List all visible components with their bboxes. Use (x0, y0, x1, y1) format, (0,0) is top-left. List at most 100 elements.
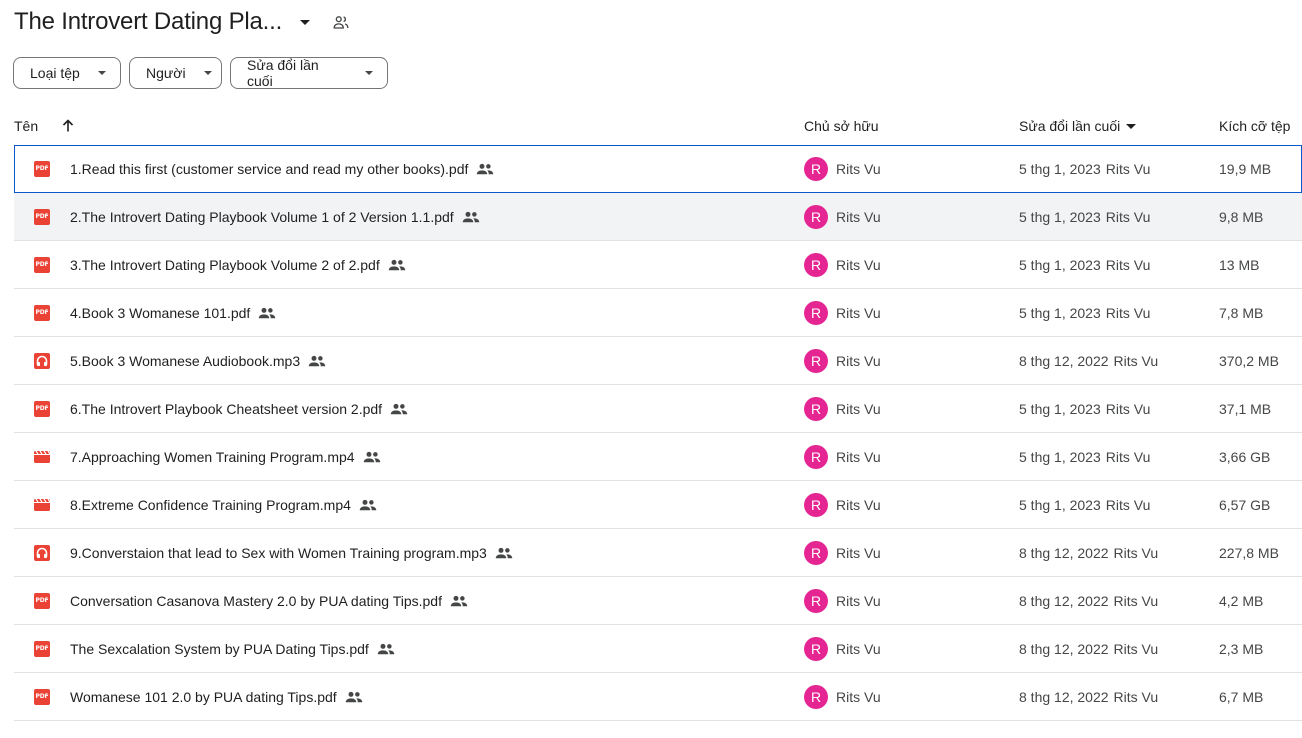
file-name[interactable]: 8.Extreme Confidence Training Program.mp… (70, 497, 351, 513)
arrow-drop-down-icon[interactable] (300, 19, 311, 25)
shared-people-icon (462, 211, 480, 223)
owner-name: Rits Vu (836, 352, 881, 369)
chevron-down-icon (365, 71, 373, 75)
avatar[interactable]: R (804, 444, 828, 469)
file-size: 2,3 MB (1219, 640, 1264, 657)
file-size: 19,9 MB (1219, 160, 1272, 177)
video-file-icon (34, 481, 50, 528)
file-name[interactable]: Womanese 101 2.0 by PUA dating Tips.pdf (70, 689, 337, 705)
filter-modified[interactable]: Sửa đổi lần cuối (230, 57, 388, 89)
pdf-file-icon: PDF (34, 385, 50, 432)
filter-label: Sửa đổi lần cuối (247, 57, 319, 89)
file-row[interactable]: PDF Conversation Casanova Mastery 2.0 by… (14, 577, 1302, 625)
modified-date: 8 thg 12, 2022 (1019, 592, 1109, 609)
shared-people-icon[interactable] (332, 13, 350, 31)
file-name[interactable]: 6.The Introvert Playbook Cheatsheet vers… (70, 401, 382, 417)
sort-down-icon (1126, 123, 1137, 129)
file-name[interactable]: 2.The Introvert Dating Playbook Volume 1… (70, 209, 454, 225)
shared-people-icon (363, 451, 381, 463)
file-name[interactable]: Conversation Casanova Mastery 2.0 by PUA… (70, 593, 442, 609)
file-row[interactable]: PDF 2.The Introvert Dating Playbook Volu… (14, 193, 1302, 241)
file-row[interactable]: PDF The Sexcalation System by PUA Dating… (14, 625, 1302, 673)
owner-name: Rits Vu (836, 400, 881, 417)
shared-people-icon (359, 499, 377, 511)
modified-by: Rits Vu (1105, 304, 1151, 321)
avatar[interactable]: R (804, 204, 828, 229)
modified-by: Rits Vu (1113, 688, 1159, 705)
modified-by: Rits Vu (1113, 544, 1159, 561)
pdf-file-icon: PDF (34, 577, 50, 624)
shared-people-icon (308, 355, 326, 367)
avatar[interactable]: R (804, 684, 828, 709)
column-header-modified[interactable]: Sửa đổi lần cuối (1019, 108, 1137, 144)
file-name[interactable]: 4.Book 3 Womanese 101.pdf (70, 305, 250, 321)
avatar[interactable]: R (804, 300, 828, 325)
avatar[interactable]: R (804, 540, 828, 565)
file-name[interactable]: 7.Approaching Women Training Program.mp4 (70, 449, 355, 465)
avatar[interactable]: R (804, 348, 828, 373)
modified-date: 5 thg 1, 2023 (1019, 448, 1101, 465)
modified-date: 5 thg 1, 2023 (1019, 400, 1101, 417)
file-list-header: Tên Chủ sở hữu Sửa đổi lần cuối Kích cỡ … (0, 108, 1302, 144)
file-name[interactable]: 9.Converstaion that lead to Sex with Wom… (70, 545, 487, 561)
filter-file-type[interactable]: Loại tệp (13, 57, 121, 89)
sort-arrow-up-icon[interactable] (60, 108, 76, 144)
shared-people-icon (345, 691, 363, 703)
file-name[interactable]: 5.Book 3 Womanese Audiobook.mp3 (70, 353, 300, 369)
file-row[interactable]: 9.Converstaion that lead to Sex with Wom… (14, 529, 1302, 577)
chevron-down-icon (203, 71, 212, 75)
modified-by: Rits Vu (1113, 592, 1159, 609)
file-name[interactable]: The Sexcalation System by PUA Dating Tip… (70, 641, 369, 657)
avatar[interactable]: R (804, 636, 828, 661)
shared-people-icon (258, 307, 276, 319)
file-list: PDF 1.Read this first (customer service … (14, 145, 1302, 721)
chevron-down-icon (97, 71, 106, 75)
avatar[interactable]: R (804, 588, 828, 613)
pdf-file-icon: PDF (34, 193, 50, 240)
folder-title[interactable]: The Introvert Dating Pla... (14, 8, 282, 36)
avatar[interactable]: R (804, 492, 828, 517)
modified-date: 8 thg 12, 2022 (1019, 544, 1109, 561)
file-row[interactable]: PDF 4.Book 3 Womanese 101.pdf R Rits Vu … (14, 289, 1302, 337)
pdf-file-icon: PDF (34, 625, 50, 672)
file-row[interactable]: 7.Approaching Women Training Program.mp4… (14, 433, 1302, 481)
file-size: 37,1 MB (1219, 400, 1272, 417)
folder-title-bar: The Introvert Dating Pla... (14, 6, 350, 38)
shared-people-icon (495, 547, 513, 559)
owner-name: Rits Vu (836, 256, 881, 273)
video-file-icon (34, 433, 50, 480)
file-row[interactable]: PDF 3.The Introvert Dating Playbook Volu… (14, 241, 1302, 289)
filter-people[interactable]: Người (129, 57, 222, 89)
owner-name: Rits Vu (836, 688, 881, 705)
file-row[interactable]: PDF Womanese 101 2.0 by PUA dating Tips.… (14, 673, 1302, 721)
column-header-owner[interactable]: Chủ sở hữu (804, 108, 879, 144)
modified-date: 8 thg 12, 2022 (1019, 352, 1109, 369)
modified-by: Rits Vu (1113, 352, 1159, 369)
modified-date: 5 thg 1, 2023 (1019, 208, 1101, 225)
pdf-file-icon: PDF (34, 241, 50, 288)
avatar[interactable]: R (804, 396, 828, 421)
modified-by: Rits Vu (1105, 448, 1151, 465)
file-size: 6,7 MB (1219, 688, 1264, 705)
owner-name: Rits Vu (836, 208, 881, 225)
avatar[interactable]: R (804, 156, 828, 181)
file-row[interactable]: 8.Extreme Confidence Training Program.mp… (14, 481, 1302, 529)
file-size: 9,8 MB (1219, 208, 1264, 225)
audio-file-icon (34, 529, 50, 576)
modified-by: Rits Vu (1105, 400, 1151, 417)
audio-file-icon (34, 337, 50, 384)
file-row[interactable]: 5.Book 3 Womanese Audiobook.mp3 R Rits V… (14, 337, 1302, 385)
file-name[interactable]: 3.The Introvert Dating Playbook Volume 2… (70, 257, 380, 273)
modified-date: 5 thg 1, 2023 (1019, 160, 1101, 177)
file-row[interactable]: PDF 1.Read this first (customer service … (14, 145, 1302, 193)
owner-name: Rits Vu (836, 304, 881, 321)
column-header-name[interactable]: Tên (14, 108, 38, 144)
pdf-file-icon: PDF (34, 145, 50, 192)
file-row[interactable]: PDF 6.The Introvert Playbook Cheatsheet … (14, 385, 1302, 433)
modified-by: Rits Vu (1105, 496, 1151, 513)
shared-people-icon (450, 595, 468, 607)
modified-date: 8 thg 12, 2022 (1019, 640, 1109, 657)
file-name[interactable]: 1.Read this first (customer service and … (70, 161, 468, 177)
avatar[interactable]: R (804, 252, 828, 277)
column-header-size[interactable]: Kích cỡ tệp (1219, 108, 1290, 144)
